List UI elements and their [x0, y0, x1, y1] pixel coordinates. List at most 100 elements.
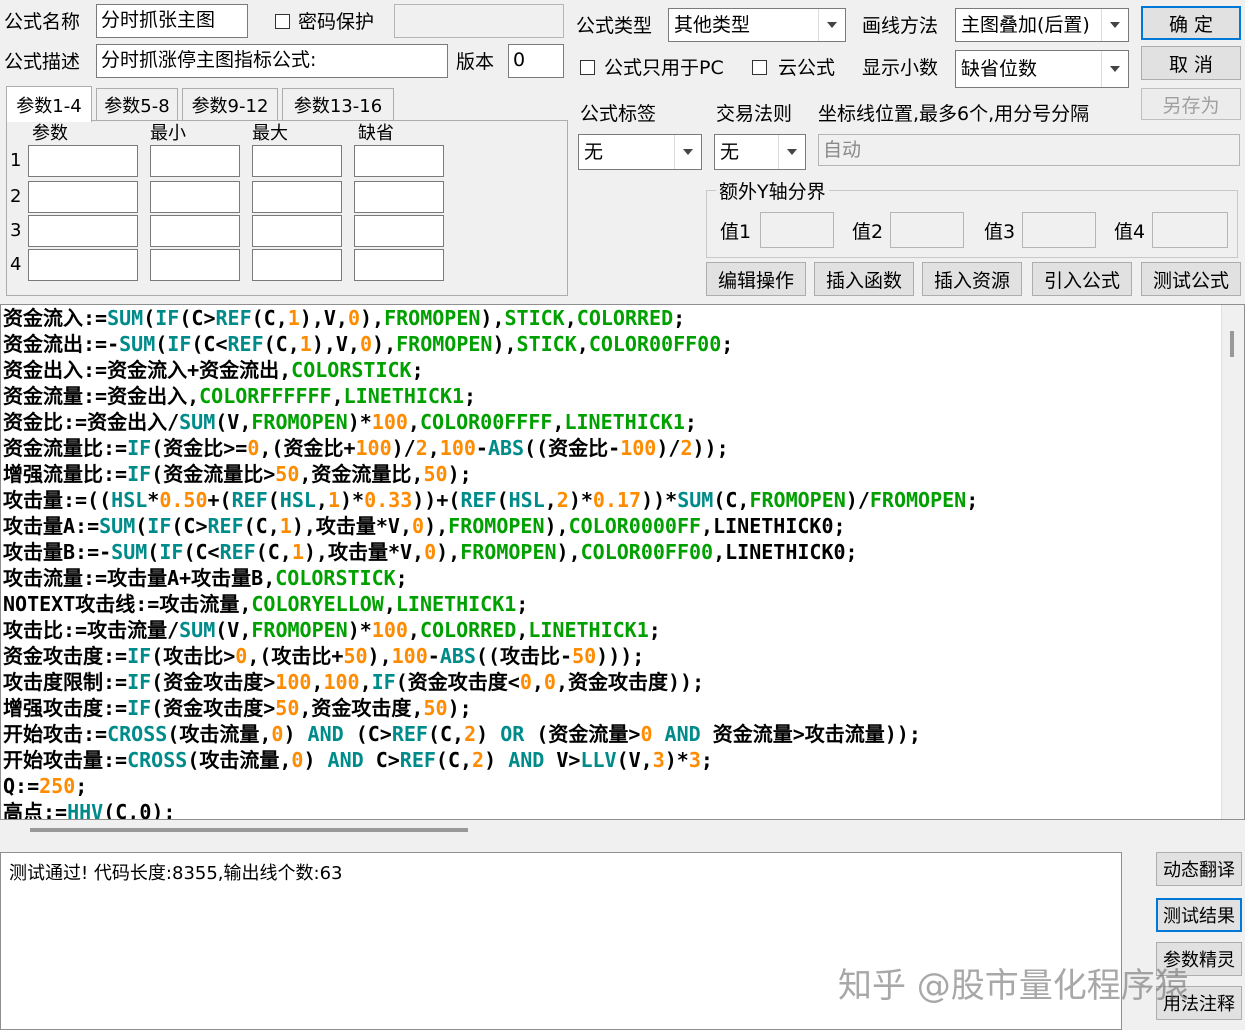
param-default-cell[interactable] [354, 249, 444, 281]
param-max-cell[interactable] [252, 215, 342, 247]
code-token: (C> [171, 514, 208, 538]
code-token: ; [966, 488, 979, 512]
code-token: ) [283, 722, 308, 746]
insert-function-button[interactable]: 插入函数 [814, 262, 914, 296]
yaxis-value4-input[interactable] [1152, 212, 1228, 248]
code-token: , [427, 436, 440, 460]
yaxis-value3-label: 值3 [984, 221, 1016, 243]
yaxis-value2-label: 值2 [852, 221, 884, 243]
draw-method-select[interactable]: 主图叠加(后置) [955, 8, 1129, 42]
code-token: COLORRED [419, 618, 517, 642]
code-token: 50 [423, 462, 448, 486]
code-token: IF [127, 462, 152, 486]
code-token: FROMOPEN [869, 488, 967, 512]
extra-yaxis-label: 额外Y轴分界 [716, 180, 829, 204]
test-result-button[interactable]: 测试结果 [1156, 898, 1242, 932]
trade-rule-select[interactable]: 无 [714, 134, 806, 170]
vertical-scrollbar[interactable] [1221, 305, 1244, 819]
code-token: 100 [355, 436, 392, 460]
param-max-cell[interactable] [252, 249, 342, 281]
code-token: , [383, 592, 396, 616]
formula-tag-select[interactable]: 无 [578, 134, 702, 170]
password-input[interactable] [394, 4, 564, 38]
decimals-select[interactable]: 缺省位数 [955, 50, 1129, 88]
ok-button[interactable]: 确 定 [1141, 6, 1241, 40]
chevron-down-icon[interactable] [1101, 9, 1128, 41]
param-row-number: 4 [10, 254, 22, 275]
tab-params-1-4[interactable]: 参数1-4 [6, 86, 92, 122]
formula-type-value: 其他类型 [674, 14, 751, 36]
save-as-button[interactable]: 另存为 [1141, 88, 1241, 120]
yaxis-value1-input[interactable] [760, 212, 834, 248]
formula-desc-input[interactable]: 分时抓涨停主图指标公式: [96, 44, 448, 78]
code-token: ); [447, 696, 472, 720]
cloud-checkbox[interactable] [752, 60, 767, 75]
code-token: ; [684, 410, 697, 434]
code-token: COLORFFFFFF [199, 384, 332, 408]
chevron-down-icon[interactable] [1101, 51, 1128, 87]
code-token: (资金流量> [524, 722, 641, 746]
vertical-scroll-thumb[interactable] [1230, 331, 1234, 357]
chevron-down-icon[interactable] [778, 135, 805, 169]
code-token: 资金攻击度:= [3, 644, 128, 668]
code-editor[interactable]: 资金流入:=SUM(IF(C>REF(C,1),V,0),FROMOPEN),S… [0, 304, 1245, 820]
code-token: (C, [243, 514, 280, 538]
code-token: ,(资金比+ [259, 436, 356, 460]
horizontal-scroll-thumb[interactable] [30, 828, 468, 832]
formula-type-select[interactable]: 其他类型 [668, 8, 846, 42]
code-token: ,资金流量比, [299, 462, 424, 486]
edit-ops-button[interactable]: 编辑操作 [706, 262, 806, 296]
horizontal-scrollbar[interactable] [0, 820, 1245, 842]
param-max-cell[interactable] [252, 145, 342, 177]
yaxis-value2-input[interactable] [890, 212, 964, 248]
code-token: LINETHICK1 [564, 410, 685, 434]
password-checkbox[interactable] [275, 14, 290, 29]
axis-position-input[interactable]: 自动 [818, 134, 1240, 166]
code-line: 资金流量比:=IF(资金比>=0,(资金比+100)/2,100-ABS((资金… [3, 435, 978, 461]
code-token: ,资金攻击度)); [555, 670, 705, 694]
param-default-cell[interactable] [354, 181, 444, 213]
param-max-cell[interactable] [252, 181, 342, 213]
code-token: 2 [472, 748, 485, 772]
pc-only-checkbox[interactable] [580, 60, 595, 75]
param-name-cell[interactable] [28, 249, 138, 281]
dynamic-translate-button[interactable]: 动态翻译 [1156, 852, 1242, 886]
param-default-cell[interactable] [354, 215, 444, 247]
code-token: REF [227, 332, 264, 356]
chevron-down-icon[interactable] [818, 9, 845, 41]
yaxis-value3-input[interactable] [1022, 212, 1096, 248]
code-token: 资金流出:=- [3, 332, 120, 356]
cancel-button[interactable]: 取 消 [1141, 46, 1241, 80]
formula-name-input[interactable]: 分时抓张主图 [96, 4, 248, 38]
code-token: FROMOPEN [396, 332, 493, 356]
code-token: ; [395, 566, 408, 590]
param-min-cell[interactable] [150, 145, 240, 177]
tab-params-9-12[interactable]: 参数9-12 [182, 88, 278, 120]
code-token: 资金出入:=资金流入+资金流出, [3, 358, 292, 382]
chevron-down-icon[interactable] [674, 135, 701, 169]
code-token: ))+( [412, 488, 461, 512]
param-min-cell[interactable] [150, 249, 240, 281]
param-name-cell[interactable] [28, 181, 138, 213]
param-header-max: 最大 [252, 123, 288, 144]
tab-params-5-8[interactable]: 参数5-8 [96, 88, 178, 120]
code-token: COLORRED [576, 306, 674, 330]
code-token: ),攻击量*V, [291, 514, 413, 538]
version-input[interactable]: 0 [508, 44, 564, 78]
insert-resource-button[interactable]: 插入资源 [922, 262, 1022, 296]
code-token: V> [544, 748, 581, 772]
param-min-cell[interactable] [150, 181, 240, 213]
param-name-cell[interactable] [28, 215, 138, 247]
code-token: HHV [67, 800, 104, 820]
param-min-cell[interactable] [150, 215, 240, 247]
import-formula-button[interactable]: 引入公式 [1032, 262, 1132, 296]
code-token: 0 [640, 722, 653, 746]
code-token: 攻击量B:=- [3, 540, 112, 564]
param-name-cell[interactable] [28, 145, 138, 177]
code-token: FROMOPEN [251, 618, 348, 642]
draw-method-value: 主图叠加(后置) [961, 14, 1090, 36]
param-default-cell[interactable] [354, 145, 444, 177]
tab-params-13-16[interactable]: 参数13-16 [282, 88, 394, 120]
code-token: 250 [39, 774, 76, 798]
test-formula-button[interactable]: 测试公式 [1141, 262, 1241, 296]
